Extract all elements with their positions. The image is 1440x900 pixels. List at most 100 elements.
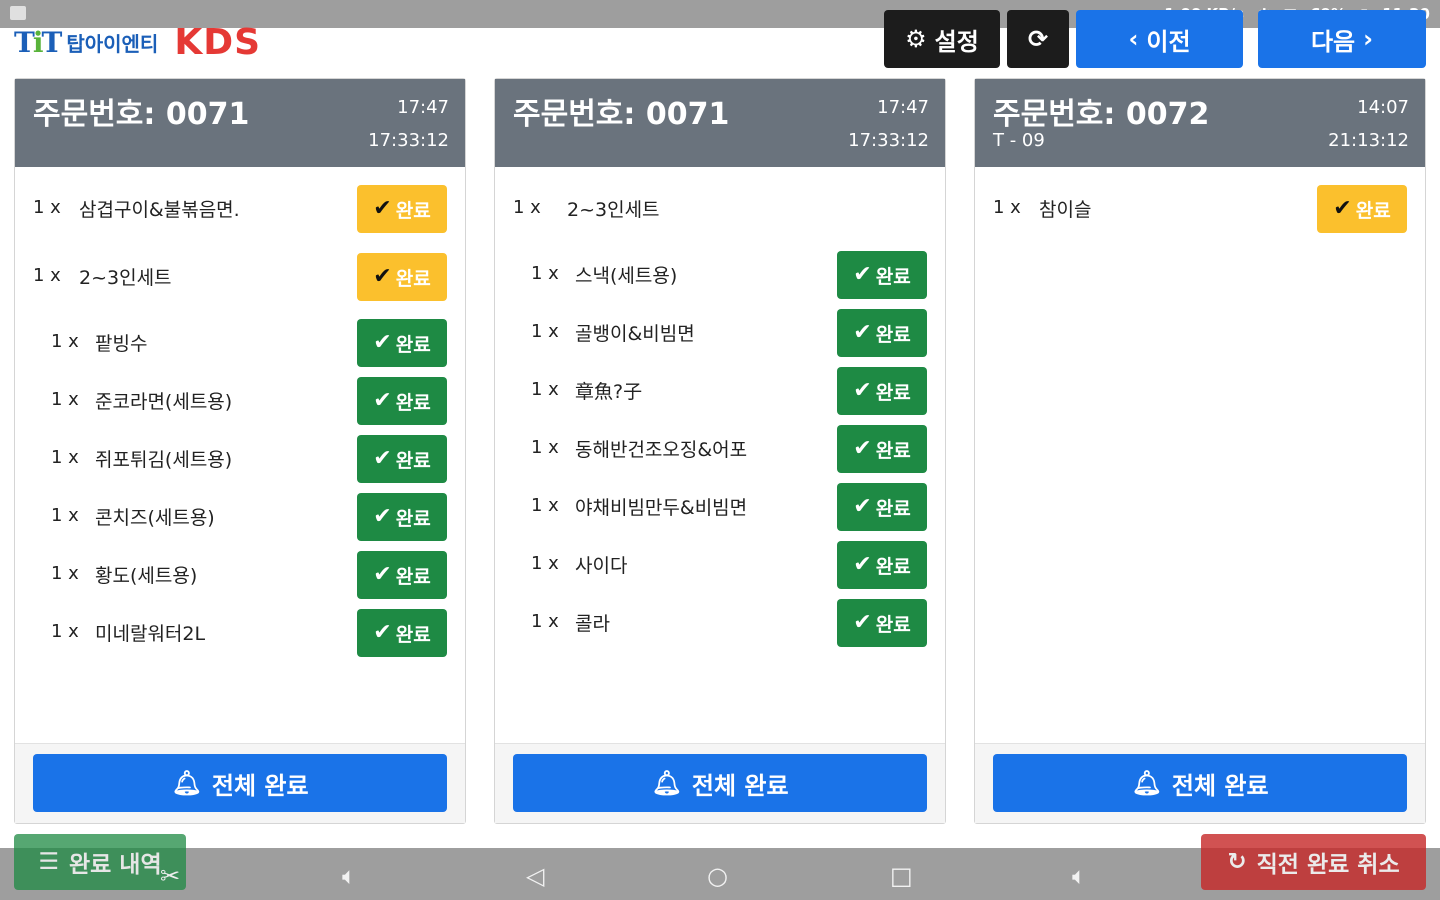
order-timestamp: 21:13:12 — [1328, 130, 1409, 151]
order-item: 1 x 쥐포튀김(세트용) ✔ 완료 — [15, 435, 465, 485]
item-done-button[interactable]: ✔ 완료 — [837, 599, 927, 647]
logo-company: 탑아이엔티 — [66, 31, 159, 56]
item-done-button[interactable]: ✔ 완료 — [357, 609, 447, 657]
item-done-button[interactable]: ✔ 완료 — [837, 309, 927, 357]
order-item: 1 x 삼겹구이&불볶음면. ✔ 완료 — [15, 185, 465, 235]
refresh-button[interactable]: ⟳ — [1007, 10, 1069, 68]
item-name: 야채비빔만두&비빔면 — [575, 497, 748, 519]
order-header: 주문번호: 0071 17:47 17:33:12 — [495, 79, 945, 167]
item-name: 준코라면(세트용) — [95, 391, 233, 413]
item-done-label: 완료 — [875, 613, 911, 636]
item-name: 콘치즈(세트용) — [95, 507, 215, 529]
item-done-label: 완료 — [395, 333, 431, 356]
prev-button[interactable]: ‹ 이전 — [1076, 10, 1243, 68]
order-header: 주문번호: 0071 17:47 17:33:12 — [15, 79, 465, 167]
home-icon[interactable]: ○ — [707, 862, 728, 890]
back-icon[interactable]: ◁ — [526, 862, 544, 890]
order-number: 주문번호: 0072 — [993, 97, 1210, 132]
recents-icon[interactable]: □ — [890, 862, 913, 890]
order-item: 1 x 참이슬 ✔ 완료 — [975, 185, 1425, 235]
item-qty: 1 x — [513, 197, 541, 218]
item-qty: 1 x — [531, 437, 559, 458]
item-done-button[interactable]: ✔ 완료 — [1317, 185, 1407, 233]
complete-all-button[interactable]: 🔔︎ 전체 완료 — [993, 754, 1407, 812]
item-done-label: 완료 — [395, 391, 431, 414]
order-item: 1 x 야채비빔만두&비빔면 ✔ 완료 — [495, 483, 945, 533]
app-logo: TiT 탑아이엔티 KDS — [14, 21, 262, 63]
check-icon: ✔ — [853, 262, 872, 287]
undo-icon: ↻ — [1227, 849, 1247, 875]
order-footer: 🔔︎ 전체 완료 — [495, 743, 945, 823]
check-icon: ✔ — [373, 330, 392, 355]
order-item: 1 x 팥빙수 ✔ 완료 — [15, 319, 465, 369]
item-qty: 1 x — [531, 379, 559, 400]
item-done-button[interactable]: ✔ 완료 — [357, 377, 447, 425]
chevron-right-icon: › — [1363, 25, 1374, 53]
item-qty: 1 x — [51, 505, 79, 526]
item-done-button[interactable]: ✔ 완료 — [837, 425, 927, 473]
check-icon: ✔ — [373, 504, 392, 529]
logo-product: KDS — [174, 21, 262, 63]
item-qty: 1 x — [33, 197, 61, 218]
item-name: 동해반건조오징&어포 — [575, 439, 748, 461]
check-icon: ✔ — [853, 436, 872, 461]
order-header: 주문번호: 0072 14:07 T - 09 21:13:12 — [975, 79, 1425, 167]
undo-last-button[interactable]: ↻ 직전 완료 취소 — [1201, 834, 1426, 890]
item-done-label: 완료 — [875, 439, 911, 462]
complete-all-button[interactable]: 🔔︎ 전체 완료 — [513, 754, 927, 812]
order-item: 1 x 2~3인세트 — [495, 185, 945, 235]
item-name: 골뱅이&비빔면 — [575, 323, 695, 345]
order-item: 1 x 사이다 ✔ 완료 — [495, 541, 945, 591]
item-done-button[interactable]: ✔ 완료 — [357, 493, 447, 541]
item-done-label: 완료 — [1355, 199, 1391, 222]
item-qty: 1 x — [531, 495, 559, 516]
volume-up-icon[interactable]: 🔈︎ — [1072, 862, 1086, 890]
item-done-button[interactable]: ✔ 완료 — [837, 483, 927, 531]
item-qty: 1 x — [51, 563, 79, 584]
complete-all-label: 전체 완료 — [211, 771, 309, 800]
logo-mark-icon: TiT — [14, 25, 62, 59]
complete-all-button[interactable]: 🔔︎ 전체 완료 — [33, 754, 447, 812]
item-done-button[interactable]: ✔ 완료 — [357, 253, 447, 301]
item-done-button[interactable]: ✔ 완료 — [837, 251, 927, 299]
order-item: 1 x 황도(세트용) ✔ 완료 — [15, 551, 465, 601]
bell-icon: 🔔︎ — [1131, 769, 1162, 797]
item-done-button[interactable]: ✔ 완료 — [837, 367, 927, 415]
check-icon: ✔ — [373, 562, 392, 587]
list-icon: ☰ — [38, 849, 59, 875]
order-time: 14:07 — [1357, 97, 1409, 118]
check-icon: ✔ — [853, 610, 872, 635]
order-number: 주문번호: 0071 — [33, 97, 250, 132]
check-icon: ✔ — [853, 552, 872, 577]
item-qty: 1 x — [531, 263, 559, 284]
check-icon: ✔ — [853, 378, 872, 403]
item-done-button[interactable]: ✔ 완료 — [837, 541, 927, 589]
item-done-label: 완료 — [395, 267, 431, 290]
check-icon: ✔ — [1333, 196, 1352, 221]
item-name: 삼겹구이&불볶음면. — [79, 199, 240, 221]
volume-down-icon[interactable]: 🔈︎ — [342, 862, 356, 890]
item-done-button[interactable]: ✔ 완료 — [357, 435, 447, 483]
order-item: 1 x 스낵(세트용) ✔ 완료 — [495, 251, 945, 301]
item-name: 황도(세트용) — [95, 565, 198, 587]
item-qty: 1 x — [993, 197, 1021, 218]
order-item: 1 x 콘치즈(세트용) ✔ 완료 — [15, 493, 465, 543]
item-qty: 1 x — [531, 611, 559, 632]
item-done-button[interactable]: ✔ 완료 — [357, 551, 447, 599]
item-done-label: 완료 — [875, 323, 911, 346]
check-icon: ✔ — [373, 388, 392, 413]
item-done-button[interactable]: ✔ 완료 — [357, 185, 447, 233]
item-qty: 1 x — [531, 553, 559, 574]
screenshot-icon[interactable]: ✂ — [160, 862, 180, 890]
bell-icon: 🔔︎ — [651, 769, 682, 797]
order-card: 주문번호: 0072 14:07 T - 09 21:13:12 1 x 참이슬… — [974, 78, 1426, 824]
order-time: 17:47 — [877, 97, 929, 118]
complete-all-label: 전체 완료 — [691, 771, 789, 800]
next-button[interactable]: 다음 › — [1258, 10, 1426, 68]
order-item: 1 x 미네랄워터2L ✔ 완료 — [15, 609, 465, 659]
item-done-button[interactable]: ✔ 완료 — [357, 319, 447, 367]
item-name: 미네랄워터2L — [95, 623, 206, 645]
check-icon: ✔ — [853, 320, 872, 345]
item-name: 章魚?子 — [575, 381, 643, 403]
settings-button[interactable]: ⚙ 설정 — [884, 10, 1000, 68]
